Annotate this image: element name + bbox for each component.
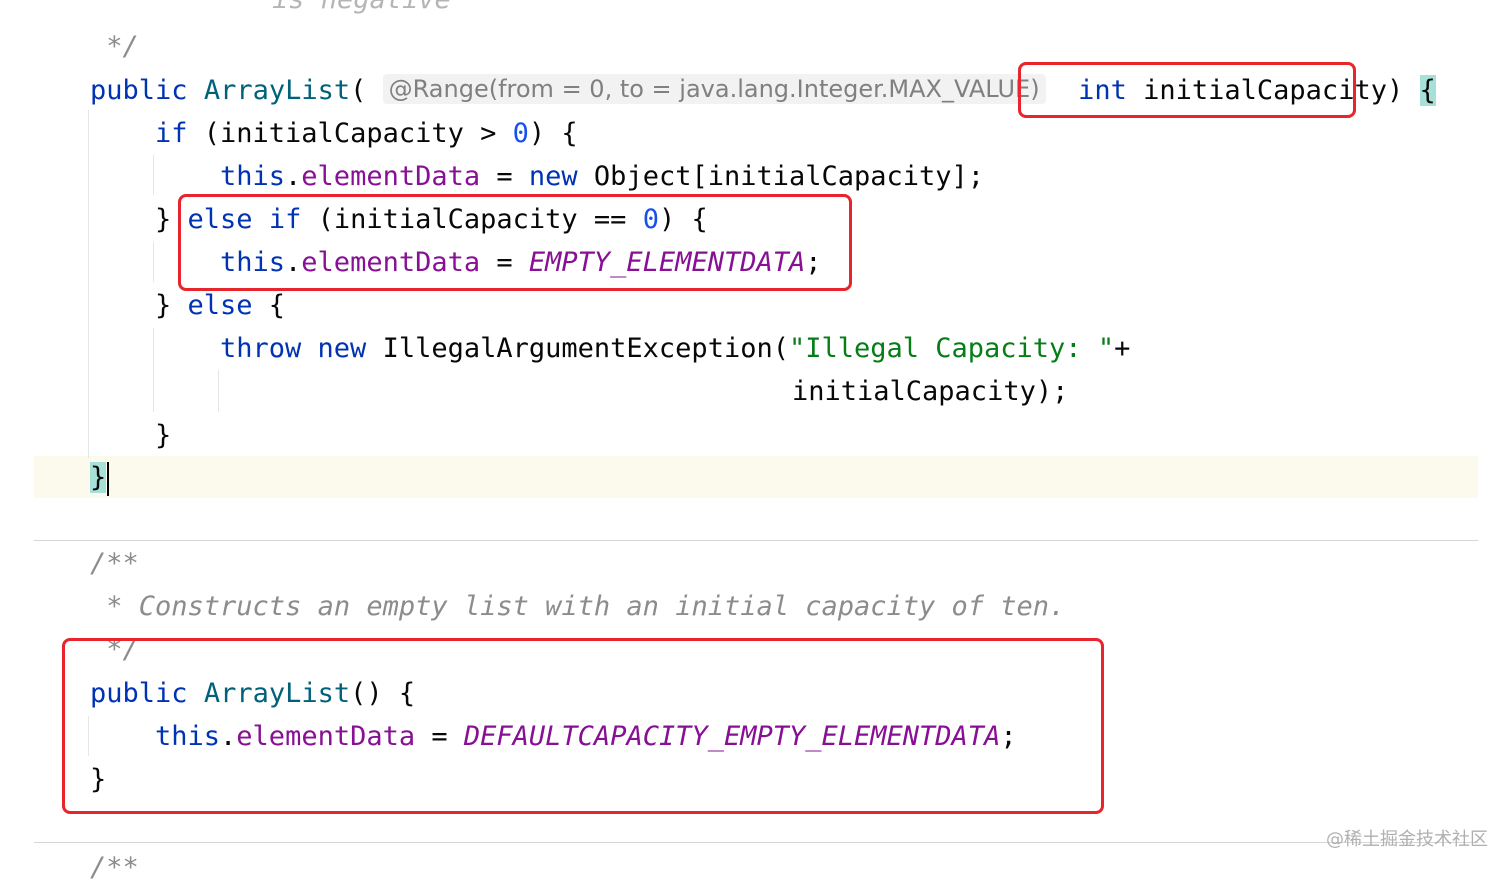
text-caret xyxy=(107,461,110,496)
inlay-hint-range: @Range(from = 0, to = java.lang.Integer.… xyxy=(382,74,1046,104)
indent-guide xyxy=(88,110,89,458)
indent-guide xyxy=(218,370,219,412)
doc-comment-open: /** xyxy=(90,852,139,883)
assign-op: = xyxy=(480,161,529,192)
paren-open: ( xyxy=(350,75,367,106)
code-line-throw-continuation[interactable]: initialCapacity); xyxy=(792,370,1068,413)
code-line-throw[interactable]: throw new IllegalArgumentException("Ille… xyxy=(220,327,1130,370)
keyword-throw: throw xyxy=(220,333,302,364)
annotation-box-param xyxy=(1018,62,1356,118)
current-line-highlight xyxy=(34,456,1478,498)
code-line-if[interactable]: if (initialCapacity > 0) { xyxy=(155,112,578,155)
keyword-this: this xyxy=(220,161,286,192)
comment-fragment: is negative xyxy=(272,0,451,21)
condition: (initialCapacity > xyxy=(187,118,513,149)
brace-open: { xyxy=(252,290,286,321)
doc-comment-text: * Constructs an empty list with an initi… xyxy=(90,591,1066,622)
code-line-close-ctor[interactable]: } xyxy=(90,456,110,499)
annotation-box-default-ctor xyxy=(62,638,1104,814)
matched-brace: } xyxy=(90,462,107,493)
number-literal: 0 xyxy=(512,118,529,149)
comment-end: */ xyxy=(90,31,139,62)
annotation-box-else-if xyxy=(178,194,852,291)
method-name[interactable]: ArrayList xyxy=(204,75,350,106)
exception-class: IllegalArgumentException( xyxy=(366,333,789,364)
field-elementData: elementData xyxy=(301,161,481,192)
dot: . xyxy=(285,161,302,192)
plus-op: + xyxy=(1114,333,1131,364)
method-separator xyxy=(34,540,1478,541)
code-line-assign[interactable]: this.elementData = new Object[initialCap… xyxy=(220,155,984,198)
indent-guide xyxy=(153,328,154,412)
matched-brace: { xyxy=(1419,75,1436,106)
keyword-if: if xyxy=(155,118,188,149)
string-literal: "Illegal Capacity: " xyxy=(788,333,1115,364)
brace: } xyxy=(155,290,188,321)
condition-end: ) { xyxy=(528,118,578,149)
method-separator xyxy=(34,842,1478,843)
indent-guide xyxy=(153,242,154,282)
keyword-new: new xyxy=(317,333,367,364)
watermark: @稀土掘金技术社区 xyxy=(1326,829,1488,850)
keyword-public: public xyxy=(90,75,188,106)
keyword-new: new xyxy=(528,161,578,192)
code-line-close-if[interactable]: } xyxy=(155,414,171,457)
keyword-else: else xyxy=(187,290,253,321)
paren-close: ) xyxy=(1386,75,1404,106)
doc-comment-open: /** xyxy=(90,548,139,579)
indent-guide xyxy=(153,155,154,195)
expression: Object[initialCapacity]; xyxy=(577,161,985,192)
